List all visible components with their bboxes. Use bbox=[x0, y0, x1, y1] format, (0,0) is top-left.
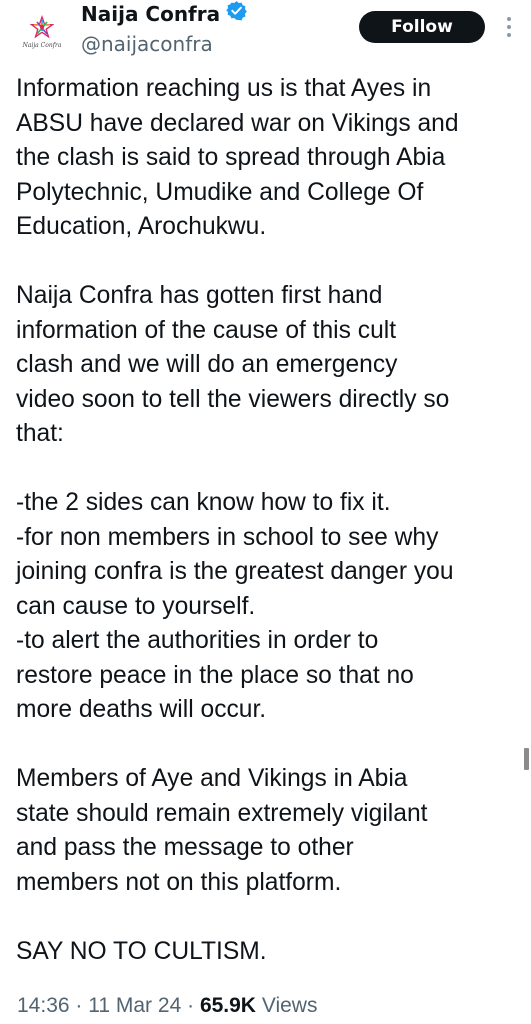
tweet-line: clash and we will do an emergency bbox=[16, 351, 398, 378]
tweet-line: Information reaching us is that Ayes in bbox=[16, 75, 432, 102]
tweet-text: Information reaching us is that Ayes in A… bbox=[16, 72, 522, 969]
tweet-meta: 14:36 · 11 Mar 24 · 65.9K Views bbox=[17, 991, 317, 1021]
tweet-line: video soon to tell the viewers directly … bbox=[16, 385, 450, 413]
star-logo-icon bbox=[29, 15, 55, 39]
tweet-line: more deaths will occur. bbox=[16, 696, 267, 723]
tweet-line: Naija Confra has gotten first hand bbox=[16, 282, 383, 309]
tweet-line: Education, Arochukwu. bbox=[16, 213, 267, 240]
scrollbar-handle[interactable] bbox=[524, 748, 529, 770]
tweet-line: Members of Aye and Vikings in Abia bbox=[16, 765, 408, 792]
tweet-line: joining confra is the greatest danger yo… bbox=[16, 558, 454, 585]
tweet-line: information of the cause of this cult bbox=[16, 316, 397, 344]
avatar-signature: Naija Confra bbox=[22, 42, 62, 49]
more-options-icon[interactable] bbox=[503, 15, 515, 39]
meta-separator: · bbox=[187, 994, 195, 1017]
follow-button[interactable]: Follow bbox=[359, 11, 485, 43]
verified-badge-icon bbox=[226, 0, 247, 28]
tweet-page: Naija Confra Naija Confra @naijaconfra F… bbox=[0, 0, 531, 1024]
tweet-line: ABSU have declared war on Vikings and bbox=[16, 109, 459, 137]
display-name[interactable]: Naija Confra bbox=[81, 0, 220, 28]
display-name-row[interactable]: Naija Confra bbox=[81, 0, 247, 28]
tweet-line: the clash is said to spread through Abia bbox=[16, 144, 446, 171]
tweet-line: -the 2 sides can know how to fix it. bbox=[16, 489, 391, 516]
tweet-line: members not on this platform. bbox=[16, 868, 342, 896]
avatar[interactable]: Naija Confra bbox=[18, 8, 66, 56]
tweet-line: state should remain extremely vigilant bbox=[16, 799, 428, 827]
meta-separator: · bbox=[75, 994, 83, 1017]
views-count: 65.9K bbox=[199, 994, 256, 1017]
tweet-line: can cause to yourself. bbox=[16, 592, 256, 620]
tweet-time[interactable]: 14:36 bbox=[17, 994, 70, 1017]
tweet-line: -for non members in school to see why bbox=[16, 523, 439, 551]
tweet-line: restore peace in the place so that no bbox=[16, 661, 414, 689]
tweet-line: Polytechnic, Umudike and College Of bbox=[16, 178, 424, 206]
tweet-line: SAY NO TO CULTISM. bbox=[16, 937, 267, 965]
tweet-line: -to alert the authorities in order to bbox=[16, 627, 379, 654]
tweet-line: and pass the message to other bbox=[16, 834, 354, 861]
tweet-line: that: bbox=[16, 420, 64, 447]
views-label: Views bbox=[261, 994, 318, 1017]
account-handle[interactable]: @naijaconfra bbox=[81, 31, 213, 57]
tweet-date[interactable]: 11 Mar 24 bbox=[88, 994, 181, 1017]
